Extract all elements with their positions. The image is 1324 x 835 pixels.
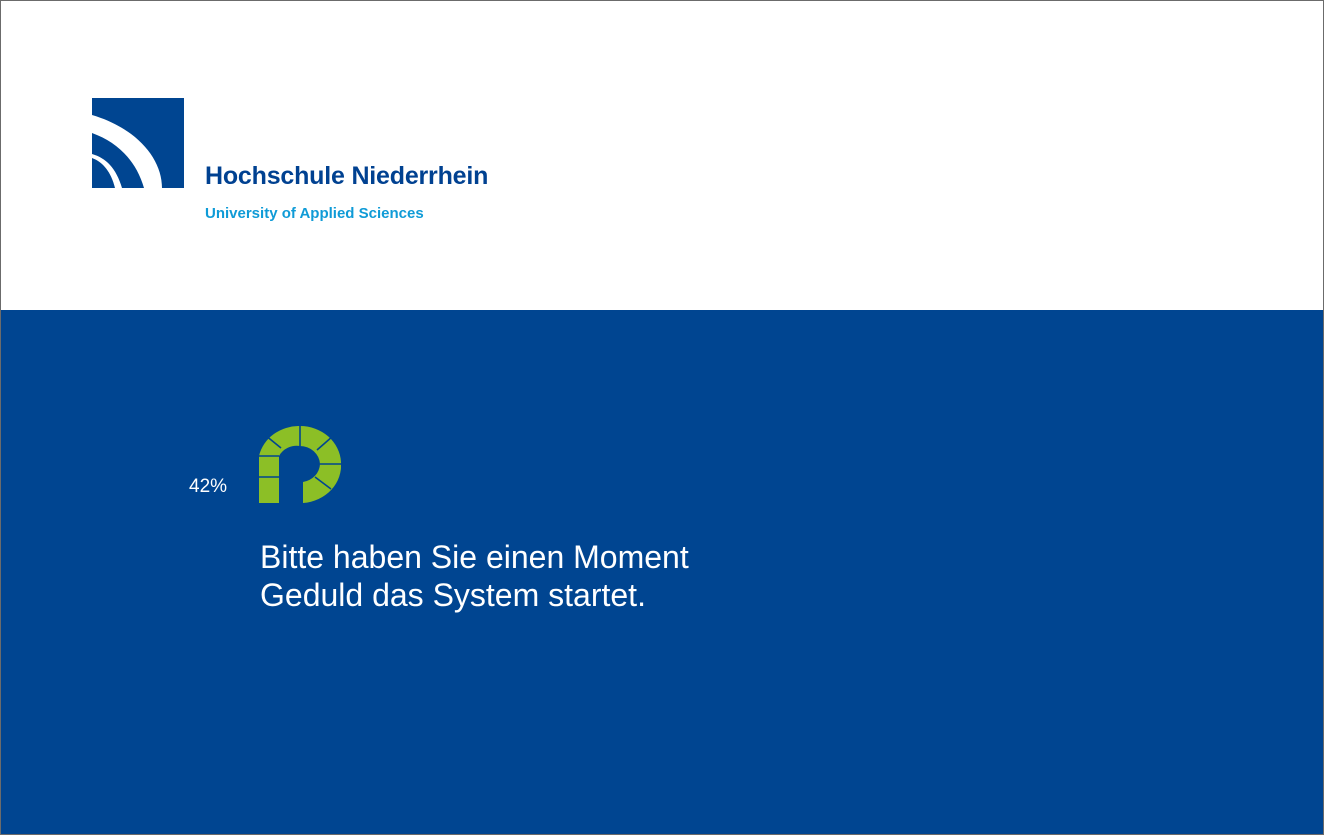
header: Hochschule Niederrhein University of App… (0, 0, 1324, 310)
loading-panel: 42% Bitte haben Sie einen Moment Geduld … (0, 310, 1324, 835)
loading-message-line-2: Geduld das System startet. (260, 577, 646, 613)
loading-spinner-icon (259, 426, 341, 503)
loading-message: Bitte haben Sie einen Moment Geduld das … (260, 538, 689, 614)
hochschule-niederrhein-logo-icon (92, 98, 184, 188)
progress-percent: 42% (189, 476, 228, 497)
loading-message-line-1: Bitte haben Sie einen Moment (260, 539, 689, 575)
logo-subtitle: University of Applied Sciences (205, 205, 424, 222)
logo-name: Hochschule Niederrhein (205, 162, 489, 190)
